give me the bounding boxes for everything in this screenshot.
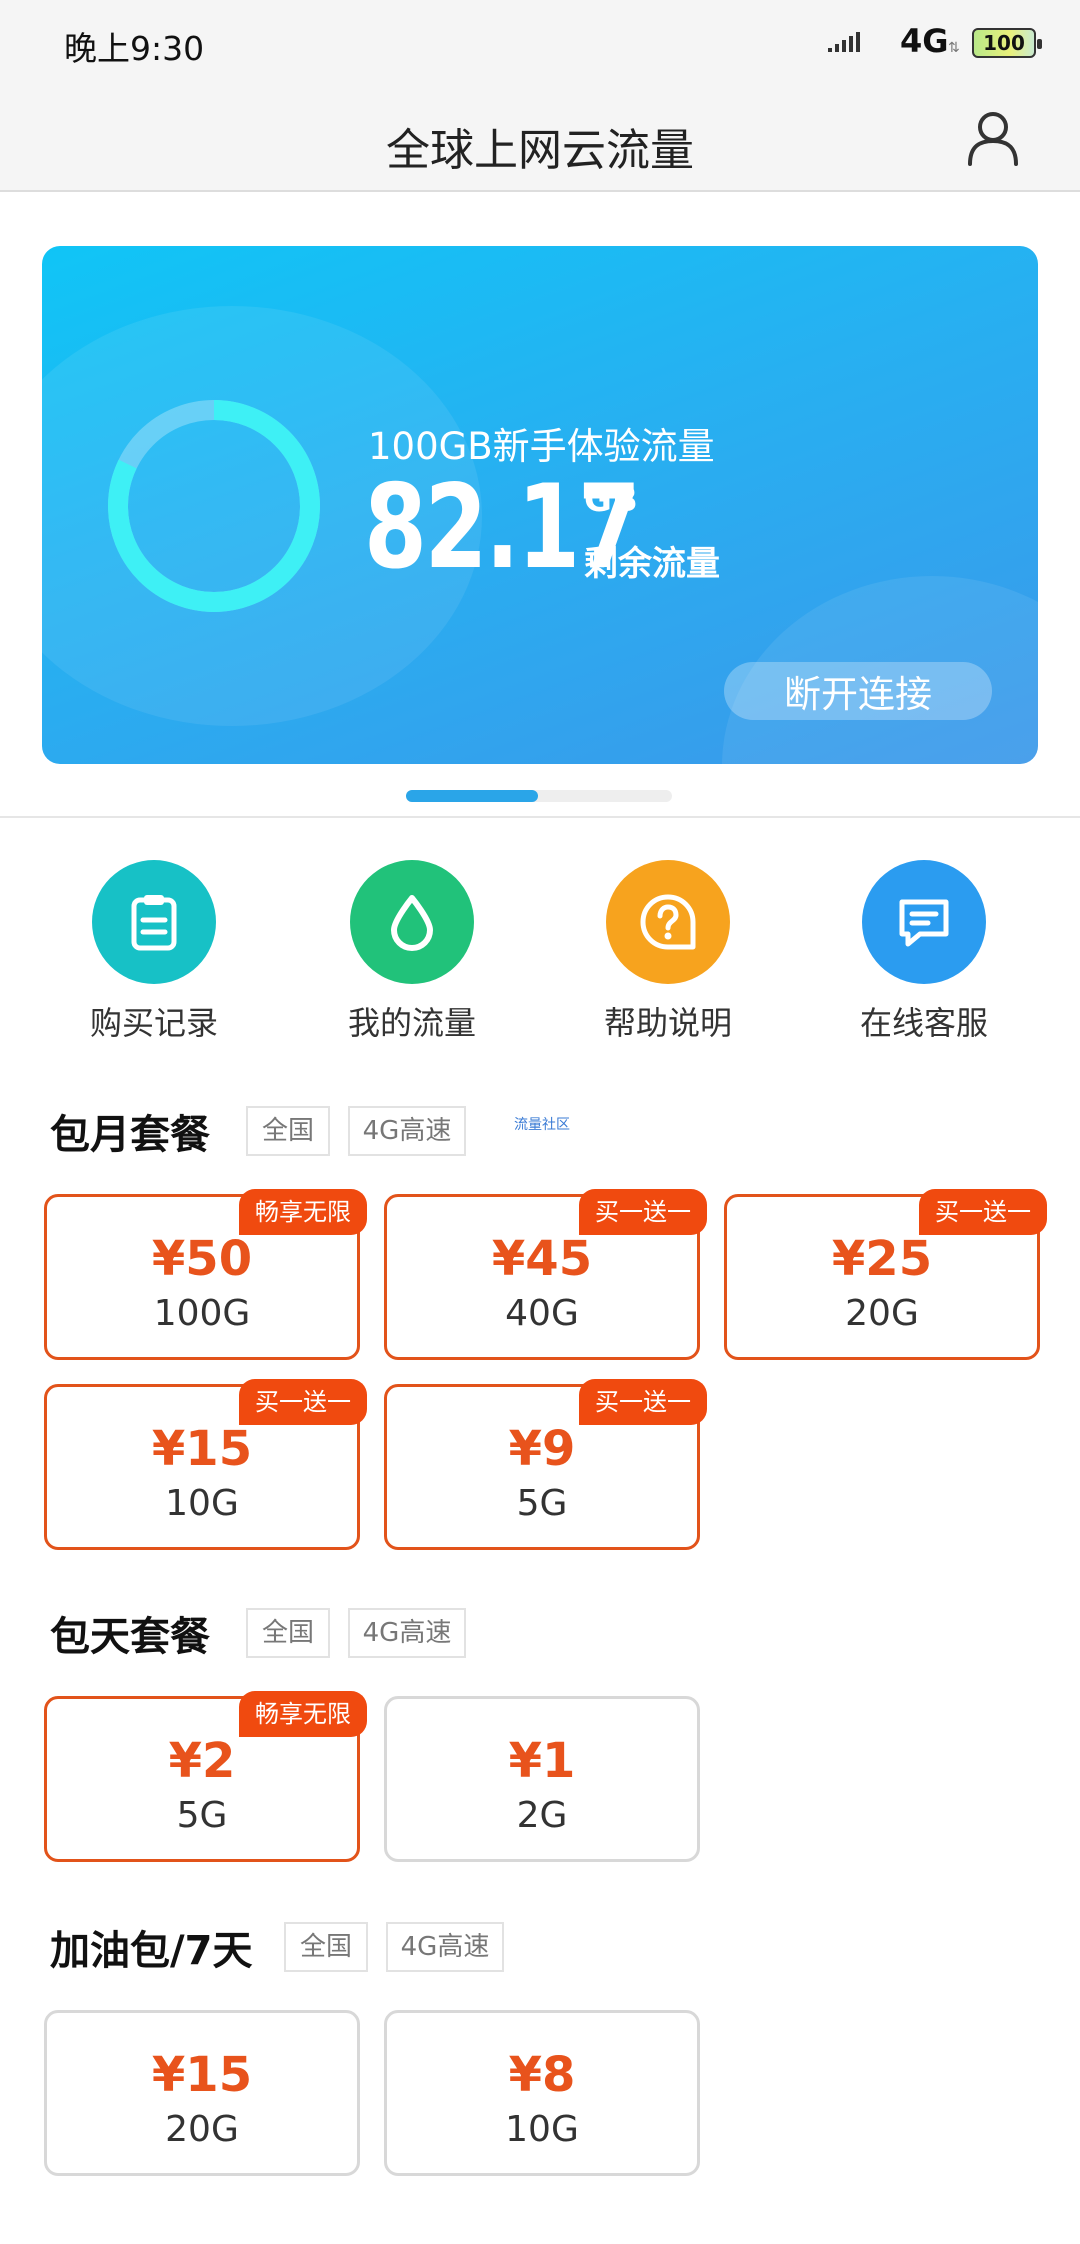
monthly-tag-4g: 4G高速 [348, 1106, 466, 1156]
purchase-history-label: 购买记录 [89, 1004, 218, 1042]
purchase-history-circle [92, 860, 216, 984]
monthly-tag-nationwide: 全国 [246, 1106, 330, 1156]
chat-icon [899, 899, 949, 947]
help-circle [606, 860, 730, 984]
package-price: ¥8 [508, 2047, 576, 2103]
daily-section-title: 包天套餐 [50, 1614, 210, 1660]
purchase-history-button[interactable]: 购买记录 [44, 860, 264, 1042]
package-badge: 买一送一 [579, 1189, 707, 1235]
package-price: ¥2 [168, 1733, 236, 1789]
package-badge: 畅享无限 [239, 1691, 367, 1737]
battery-icon: 100 [972, 28, 1042, 58]
package-size: 10G [505, 2109, 579, 2150]
help-button[interactable]: 帮助说明 [558, 860, 778, 1042]
page-title: 全球上网云流量 [386, 125, 694, 176]
addon-section-title: 加油包/7天 [50, 1928, 253, 1974]
package-price: ¥1 [508, 1733, 576, 1789]
package-size: 2G [516, 1795, 568, 1836]
package-size: 100G [153, 1293, 251, 1334]
remaining-data-ring [108, 400, 320, 612]
help-icon [640, 894, 696, 950]
daily-package-1[interactable]: ¥1 2G [384, 1696, 700, 1862]
drop-icon [391, 895, 433, 951]
card-pager [406, 790, 672, 802]
package-price: ¥25 [831, 1231, 933, 1287]
package-badge: 买一送一 [579, 1379, 707, 1425]
daily-tag-nationwide: 全国 [246, 1608, 330, 1658]
package-price: ¥15 [151, 1421, 253, 1477]
data-usage-card: 100GB新手体验流量 82.17 GB 剩余流量 断开连接 [42, 246, 1038, 764]
package-price: ¥15 [151, 2047, 253, 2103]
package-price: ¥45 [491, 1231, 593, 1287]
monthly-section-title: 包月套餐 [50, 1112, 210, 1158]
clipboard-icon [131, 895, 177, 951]
title-bar: 全球上网云流量 [0, 86, 1080, 192]
package-size: 20G [845, 1293, 919, 1334]
addon-package-8[interactable]: ¥8 10G [384, 2010, 700, 2176]
package-price: ¥9 [508, 1421, 576, 1477]
help-label: 帮助说明 [603, 1004, 732, 1042]
addon-tag-4g: 4G高速 [386, 1922, 504, 1972]
package-badge: 买一送一 [919, 1189, 1047, 1235]
my-data-button[interactable]: 我的流量 [302, 860, 522, 1042]
package-price: ¥50 [151, 1231, 253, 1287]
status-bar: 晚上9:30 4G ⇅ 100 [0, 0, 1080, 86]
signal-icon [828, 32, 860, 52]
package-size: 5G [176, 1795, 228, 1836]
pager-active-indicator [406, 790, 538, 802]
addon-tag-nationwide: 全国 [284, 1922, 368, 1972]
monthly-package-45[interactable]: 买一送一 ¥45 40G [384, 1189, 707, 1360]
community-link[interactable]: 流量社区 [514, 1114, 570, 1134]
package-size: 10G [165, 1483, 239, 1524]
daily-package-2[interactable]: 畅享无限 ¥2 5G [44, 1691, 367, 1862]
package-size: 5G [516, 1483, 568, 1524]
my-data-circle [350, 860, 474, 984]
remaining-data-label: 剩余流量 [584, 544, 720, 584]
online-service-button[interactable]: 在线客服 [814, 860, 1034, 1042]
my-data-label: 我的流量 [347, 1004, 476, 1042]
addon-package-15[interactable]: ¥15 20G [44, 2010, 360, 2176]
package-size: 20G [165, 2109, 239, 2150]
user-profile-icon[interactable] [966, 110, 1020, 166]
network-type: 4G [900, 22, 949, 60]
monthly-package-9[interactable]: 买一送一 ¥9 5G [384, 1379, 707, 1550]
battery-level: 100 [983, 31, 1025, 55]
package-badge: 畅享无限 [239, 1189, 367, 1235]
online-service-circle [862, 860, 986, 984]
disconnect-button[interactable]: 断开连接 [724, 662, 992, 720]
status-time: 晚上9:30 [64, 29, 205, 68]
remaining-data-unit: GB [584, 480, 638, 520]
monthly-package-25[interactable]: 买一送一 ¥25 20G [724, 1189, 1047, 1360]
package-size: 40G [505, 1293, 579, 1334]
monthly-package-15[interactable]: 买一送一 ¥15 10G [44, 1379, 367, 1550]
section-divider [0, 816, 1080, 818]
monthly-package-50[interactable]: 畅享无限 ¥50 100G [44, 1189, 367, 1360]
online-service-label: 在线客服 [859, 1004, 988, 1042]
data-activity-icon: ⇅ [948, 40, 960, 56]
daily-tag-4g: 4G高速 [348, 1608, 466, 1658]
package-badge: 买一送一 [239, 1379, 367, 1425]
